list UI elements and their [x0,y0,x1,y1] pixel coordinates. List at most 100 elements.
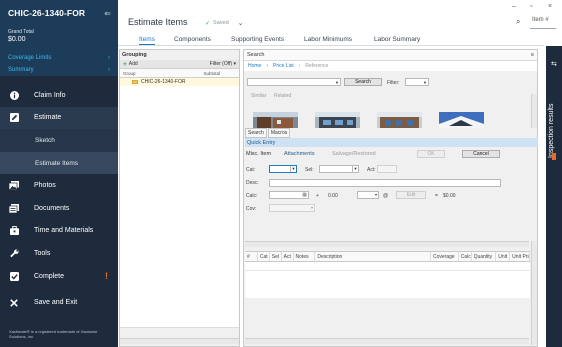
act-combo[interactable] [377,165,397,173]
tab-items[interactable]: Items [139,36,155,45]
subtab-macros[interactable]: Macros [267,128,291,138]
saved-status[interactable]: ✓ Saved ⌄ [205,19,244,27]
nav-item-estimate-items[interactable]: Estimate Items [0,151,118,175]
search-combo[interactable]: ▼ [247,78,341,86]
cat-label: Cat: [246,167,256,173]
grid-horizontal-scrollbar[interactable] [245,338,529,344]
sidebar-nav: Claim Info Estimate Sketch Estimate Item… [0,84,118,314]
tab-supporting-events[interactable]: Supporting Events [231,36,284,43]
photo-thumbnail[interactable] [253,112,298,128]
nav-item-sketch[interactable]: Sketch [0,129,118,152]
col-group[interactable]: Group [123,71,136,76]
pane-menu-icon[interactable]: ≡ [531,52,534,58]
horizontal-scrollbar[interactable] [120,338,239,344]
search-icon[interactable]: ⌕ [516,17,520,27]
grouping-pane: Grouping + Add Filter (Off) ▾ Group Subt… [119,49,240,347]
col-description[interactable]: Description [315,252,431,261]
calc-field[interactable]: ▦ [269,191,309,199]
filter-label: Filter: [387,80,400,86]
similar-link[interactable]: Similar [251,93,266,99]
photo-thumbnail[interactable] [377,112,422,128]
add-group-button[interactable]: + Add [123,61,138,68]
window-close-icon[interactable]: × [548,3,552,10]
col-coverage[interactable]: Coverage [431,252,459,261]
photo-thumbnail[interactable] [315,112,360,128]
col-number[interactable]: # [245,252,258,261]
nav-label: Save and Exit [34,299,78,307]
nav-item-photos[interactable]: Photos [0,174,118,197]
tab-attachments[interactable]: Attachments [284,151,315,157]
photo-thumbnail[interactable] [439,112,484,128]
nav-item-estimate[interactable]: Estimate [0,106,118,130]
chevron-right-icon: › [108,67,110,73]
tab-components[interactable]: Components [174,36,211,43]
related-link[interactable]: Related [274,93,291,99]
col-notes[interactable]: Notes [294,252,316,261]
saved-label: Saved [213,20,229,26]
sidebar-header: CHIC-26-1340-FOR ⇐ Grand Total $0.00 [0,0,118,52]
cat-combo[interactable]: ▼ [269,165,297,173]
minimize-icon[interactable]: – [512,3,516,10]
check-circle-icon: ✓ [205,20,211,27]
col-calc[interactable]: Calc [459,252,472,261]
col-cat[interactable]: Cat [258,252,270,261]
breadcrumb-price-list[interactable]: Price List [273,63,294,69]
top-bar: – ▫ × Estimate Items ✓ Saved ⌄ ⌕ Item # [118,0,562,33]
item-number-search[interactable]: Item # [530,17,556,29]
col-quantity[interactable]: Quantity [472,252,497,261]
cancel-button[interactable]: Cancel [462,150,500,158]
grid-header: # Cat Sel Act Notes Description Coverage… [245,252,530,262]
filter-combo[interactable]: ▼ [405,78,429,86]
col-act[interactable]: Act [282,252,294,261]
nav-label: Claim Info [34,91,66,99]
sel-combo[interactable]: ▼ [319,165,359,173]
cov-label: Cov: [246,206,257,212]
chevron-down-icon: ▼ [352,166,358,172]
nav-label: Time and Materials [34,227,94,235]
tab-labor-minimums[interactable]: Labor Minimums [304,36,352,43]
nav-item-tools[interactable]: Tools [0,242,118,265]
breadcrumb: Home › Price List › Reference [244,61,537,71]
edit-price-button[interactable]: Edit [396,191,426,199]
nav-item-claim-info[interactable]: Claim Info [0,84,118,107]
filter-button[interactable]: Filter (Off) ▾ [210,61,236,67]
nav-item-complete[interactable]: Complete ! [0,265,118,288]
breadcrumb-home[interactable]: Home [248,63,261,69]
coverage-limits-link[interactable]: Coverage Limits › [0,52,118,64]
nav-item-time-and-materials[interactable]: Time and Materials [0,220,118,243]
collapse-sidebar-icon[interactable]: ⇐ [104,9,111,18]
restore-icon[interactable]: ▫ [530,3,532,10]
nav-item-documents[interactable]: Documents [0,197,118,220]
col-sel[interactable]: Sel [270,252,282,261]
photo-thumbnails [249,112,529,128]
tree-row[interactable]: CHIC-26-1340-FOR [120,78,239,86]
col-unit[interactable]: Unit [496,252,511,261]
thumbnail-scrollbar[interactable] [531,94,537,128]
summary-link[interactable]: Summary › [0,64,118,76]
estimate-tabs: Items Components Supporting Events Labor… [118,33,544,46]
plus-icon: + [123,60,127,68]
chevron-down-icon: ▾ [233,61,236,67]
tab-labor-summary[interactable]: Labor Summary [374,36,420,43]
table-row[interactable] [245,262,530,271]
search-button[interactable]: Search [344,78,382,86]
line-items-grid: # Cat Sel Act Notes Description Coverage… [245,251,530,298]
coverage-combo[interactable]: ▾ [269,204,315,212]
chevron-down-icon: ▾ [310,205,313,210]
coverage-limits-label: Coverage Limits [8,55,52,61]
nav-item-save-and-exit[interactable]: Save and Exit [0,291,118,314]
quick-entry-scrollbar[interactable] [245,241,529,247]
description-field[interactable] [269,179,501,187]
tab-misc-item[interactable]: Misc. Item [246,151,271,157]
inspection-results-panel[interactable]: ⇆ Inspection results [546,46,562,347]
breadcrumb-reference[interactable]: Reference [305,63,328,69]
collapse-panel-icon[interactable]: ⇆ [551,60,557,68]
subtab-search[interactable]: Search [245,128,267,138]
grid-vertical-scrollbar[interactable] [531,241,537,345]
calculator-icon[interactable]: ▦ [302,192,307,198]
col-unit-price[interactable]: Unit Price [510,252,530,261]
col-subtotal[interactable]: Subtotal [203,71,220,76]
ok-button[interactable]: OK [417,150,445,158]
unit-combo[interactable]: ▾ [357,191,379,199]
tab-salvage-restored[interactable]: Salvage/Restored [332,151,376,157]
